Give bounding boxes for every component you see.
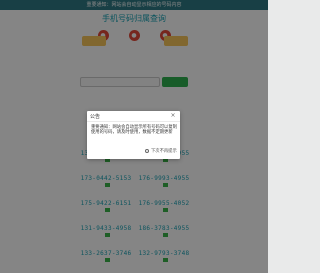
radio-circle-icon[interactable] <box>145 148 149 153</box>
dont-show-again-checkbox[interactable]: 下次不再提示 <box>145 148 177 154</box>
close-icon[interactable]: × <box>169 112 177 120</box>
dialog-title: 公告 <box>90 114 101 120</box>
dialog-header: 公告 × <box>87 111 180 122</box>
announcement-dialog: 公告 × 重要通知：网站会自动显示所有号码可以复制使用的号码，请及时使用，数据不… <box>87 111 180 159</box>
dialog-message: 重要通知：网站会自动显示所有号码可以复制使用的号码，请及时使用，数据不定期更新 <box>91 125 177 135</box>
dont-show-again-label: 下次不再提示 <box>151 149 177 154</box>
